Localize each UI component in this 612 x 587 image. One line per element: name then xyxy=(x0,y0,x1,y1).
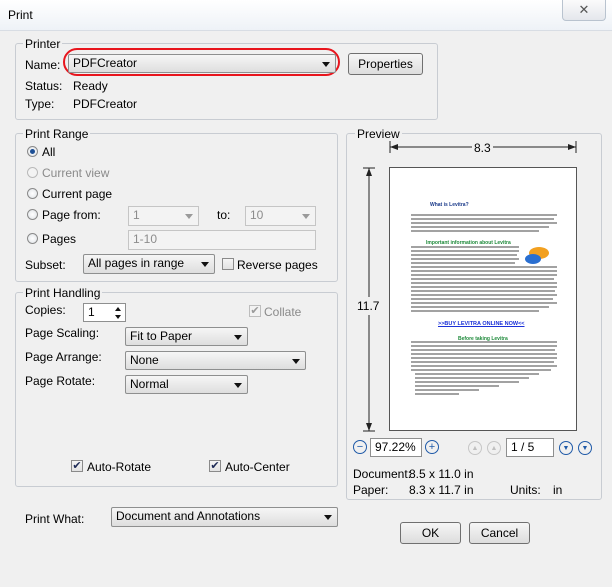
window-title: Print xyxy=(8,8,33,22)
cancel-button[interactable]: Cancel xyxy=(469,522,530,544)
close-icon: ✕ xyxy=(578,2,590,17)
print-what-label: Print What: xyxy=(25,512,85,526)
subset-label: Subset: xyxy=(25,258,66,272)
last-page-icon[interactable]: ▼ xyxy=(578,441,592,455)
radio-page-from-label: Page from: xyxy=(42,208,101,222)
printer-status-value: Ready xyxy=(73,79,108,93)
zoom-in-glyph: + xyxy=(428,440,436,453)
radio-current-page-label: Current page xyxy=(42,187,113,201)
preview-width-dim: 8.3 xyxy=(472,141,493,155)
chevron-down-icon xyxy=(234,382,242,388)
auto-center-checkbox[interactable]: ✔ xyxy=(209,460,221,472)
copies-up-icon[interactable] xyxy=(115,307,121,311)
preview-page-text-lines xyxy=(411,214,557,395)
page-scaling-value: Fit to Paper xyxy=(130,329,193,343)
page-from-value: 1 xyxy=(133,208,140,222)
page-rotate-select[interactable]: Normal xyxy=(125,375,248,394)
print-what-select[interactable]: Document and Annotations xyxy=(111,507,338,527)
zoom-out-glyph: − xyxy=(356,440,364,453)
reverse-pages-checkbox[interactable] xyxy=(222,258,234,270)
radio-current-view-label: Current view xyxy=(42,166,110,180)
auto-rotate-checkbox[interactable]: ✔ xyxy=(71,460,83,472)
print-range-group-label: Print Range xyxy=(23,127,91,141)
collate-label: Collate xyxy=(264,305,302,319)
chevron-down-icon xyxy=(292,358,300,364)
subset-select[interactable]: All pages in range xyxy=(83,254,215,274)
radio-pages[interactable] xyxy=(27,233,38,244)
chevron-down-icon xyxy=(324,515,332,520)
radio-all[interactable] xyxy=(27,146,38,157)
ok-button[interactable]: OK xyxy=(400,522,461,544)
last-page-glyph: ▼ xyxy=(581,444,589,452)
next-page-glyph: ▼ xyxy=(562,444,570,452)
title-bar xyxy=(0,0,612,31)
copies-label: Copies: xyxy=(25,303,66,317)
next-page-icon[interactable]: ▼ xyxy=(559,441,573,455)
page-number-input[interactable]: 1 / 5 xyxy=(506,438,554,457)
chevron-down-icon xyxy=(322,61,330,67)
document-size-label: Document: xyxy=(353,467,412,481)
units-label: Units: xyxy=(510,483,541,497)
close-button[interactable]: ✕ xyxy=(562,0,606,21)
page-to-select[interactable]: 10 xyxy=(245,206,316,226)
subset-value: All pages in range xyxy=(88,256,185,270)
pages-input[interactable]: 1-10 xyxy=(128,230,316,250)
properties-button[interactable]: Properties xyxy=(348,53,423,75)
printer-type-label: Type: xyxy=(25,97,55,111)
zoom-out-icon[interactable]: − xyxy=(353,440,367,454)
radio-page-from[interactable] xyxy=(27,209,38,220)
radio-all-label: All xyxy=(42,145,56,159)
copies-stepper[interactable]: 1 xyxy=(83,303,126,322)
first-page-icon[interactable]: ▲ xyxy=(468,441,482,455)
printer-group-label: Printer xyxy=(23,37,63,51)
prev-page-icon[interactable]: ▲ xyxy=(487,441,501,455)
page-to-value: 10 xyxy=(250,208,264,222)
page-arrange-select[interactable]: None xyxy=(125,351,306,370)
printer-type-value: PDFCreator xyxy=(73,97,138,111)
printer-status-label: Status: xyxy=(25,79,63,93)
print-what-value: Document and Annotations xyxy=(116,509,261,523)
zoom-in-icon[interactable]: + xyxy=(425,440,439,454)
paper-size-value: 8.3 x 11.7 in xyxy=(409,483,474,497)
collate-checkbox[interactable]: ✔ xyxy=(249,305,261,317)
page-rotate-label: Page Rotate: xyxy=(25,374,96,388)
page-arrange-value: None xyxy=(130,353,159,367)
page-from-select[interactable]: 1 xyxy=(128,206,199,226)
copies-down-icon[interactable] xyxy=(115,315,121,319)
reverse-pages-label: Reverse pages xyxy=(237,258,318,272)
chevron-down-icon xyxy=(201,262,209,267)
printer-name-label: Name: xyxy=(25,58,61,72)
check-icon: ✔ xyxy=(250,305,260,317)
chevron-down-icon xyxy=(302,214,310,219)
page-scaling-select[interactable]: Fit to Paper xyxy=(125,327,248,346)
printer-name-select[interactable]: PDFCreator xyxy=(68,54,336,73)
radio-current-page[interactable] xyxy=(27,188,38,199)
auto-center-label: Auto-Center xyxy=(225,460,290,474)
printer-name-value: PDFCreator xyxy=(73,56,138,70)
units-value: in xyxy=(553,483,563,497)
chevron-down-icon xyxy=(234,334,242,340)
auto-rotate-label: Auto-Rotate xyxy=(87,460,152,474)
paper-size-label: Paper: xyxy=(353,483,389,497)
copies-value: 1 xyxy=(88,305,95,319)
chevron-down-icon xyxy=(185,214,193,219)
preview-height-dim: 11.7 xyxy=(357,297,380,315)
print-handling-group-label: Print Handling xyxy=(23,286,103,300)
prev-page-glyph: ▲ xyxy=(490,444,498,452)
page-scaling-label: Page Scaling: xyxy=(25,326,100,340)
page-arrange-label: Page Arrange: xyxy=(25,350,102,364)
radio-pages-label: Pages xyxy=(42,232,77,246)
radio-current-view[interactable] xyxy=(27,167,38,178)
page-rotate-value: Normal xyxy=(130,377,169,391)
document-size-value: 8.5 x 11.0 in xyxy=(409,467,474,481)
check-icon: ✔ xyxy=(210,460,220,472)
first-page-glyph: ▲ xyxy=(471,444,479,452)
page-to-label: to: xyxy=(217,208,231,222)
zoom-input[interactable]: 97.22% xyxy=(370,438,422,457)
check-icon: ✔ xyxy=(72,460,82,472)
